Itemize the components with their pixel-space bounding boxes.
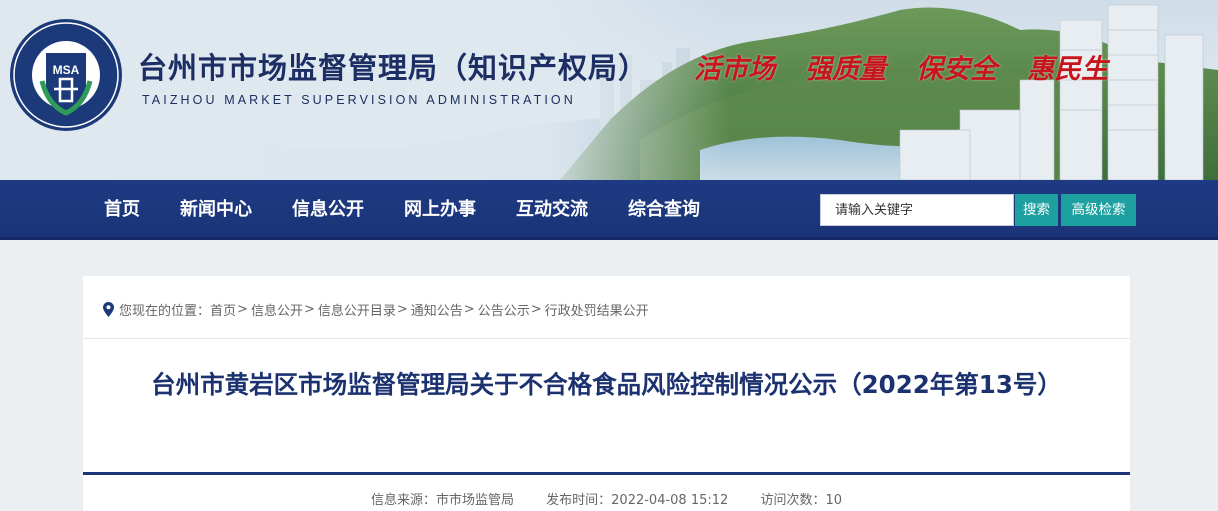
nav-item-news[interactable]: 新闻中心 bbox=[180, 180, 252, 240]
nav-item-home[interactable]: 首页 bbox=[104, 180, 140, 240]
slogan-item: 惠民生 bbox=[1027, 54, 1108, 85]
breadcrumb-separator: > bbox=[303, 302, 315, 317]
article-views: 访问次数：10 bbox=[760, 493, 842, 508]
breadcrumb-separator: > bbox=[237, 302, 248, 317]
article-title: 台州市黄岩区市场监督管理局关于不合格食品风险控制情况公示（2022年第13号） bbox=[151, 370, 1062, 399]
breadcrumb-link-info-public[interactable]: 信息公开 bbox=[251, 300, 303, 319]
search-box bbox=[820, 194, 1014, 226]
nav-item-query[interactable]: 综合查询 bbox=[628, 180, 700, 240]
breadcrumb-prefix: 您现在的位置： bbox=[119, 304, 211, 319]
slogans: 活市场 强质量 保安全 惠民生 bbox=[694, 47, 1108, 86]
search-button[interactable]: 搜索 bbox=[1015, 194, 1058, 226]
breadcrumb-link-penalty-results[interactable]: 行政处罚结果公开 bbox=[545, 300, 649, 319]
site-title-cn: 台州市市场监督管理局（知识产权局） bbox=[138, 51, 649, 85]
breadcrumb-link-notices[interactable]: 通知公告 bbox=[411, 300, 463, 319]
search-input[interactable] bbox=[821, 195, 1013, 225]
title-rule bbox=[83, 472, 1130, 475]
svg-text:MSA: MSA bbox=[53, 63, 80, 77]
breadcrumb-link-info-catalog[interactable]: 信息公开目录 bbox=[318, 300, 396, 319]
article-meta: 信息来源：市市场监管局 发布时间：2022-04-08 15:12 访问次数：1… bbox=[83, 489, 1130, 508]
nav-item-info-public[interactable]: 信息公开 bbox=[292, 180, 364, 240]
breadcrumb-link-home[interactable]: 首页 bbox=[210, 300, 236, 319]
location-pin-icon bbox=[103, 302, 114, 317]
slogan-item: 强质量 bbox=[805, 54, 886, 85]
article-publish-time: 发布时间：2022-04-08 15:12 bbox=[546, 493, 729, 508]
header-banner: MSA 台州市市场监督管理局（知识产权局） TAIZHOU MARKET SUP… bbox=[0, 0, 1218, 180]
breadcrumb-separator: > bbox=[463, 302, 475, 317]
nav-item-interaction[interactable]: 互动交流 bbox=[516, 180, 588, 240]
breadcrumb-separator: > bbox=[396, 302, 408, 317]
advanced-search-button[interactable]: 高级检索 bbox=[1061, 194, 1136, 226]
article-card: 您现在的位置： 首页 > 信息公开 > 信息公开目录 > 通知公告 > 公告公示 > 行政… bbox=[83, 276, 1130, 511]
article-source: 信息来源：市市场监管局 bbox=[371, 493, 515, 508]
city-landscape-image bbox=[0, 0, 1218, 180]
breadcrumb: 您现在的位置： 首页 > 信息公开 > 信息公开目录 > 通知公告 > 公告公示 > 行政… bbox=[103, 300, 649, 319]
slogan-item: 活市场 bbox=[694, 54, 775, 85]
breadcrumb-link-announcements[interactable]: 公告公示 bbox=[478, 300, 530, 319]
msa-logo-icon: MSA bbox=[10, 19, 122, 131]
breadcrumb-separator: > bbox=[530, 302, 542, 317]
site-title-en: TAIZHOU MARKET SUPERVISION ADMINISTRATIO… bbox=[142, 93, 576, 107]
slogan-item: 保安全 bbox=[916, 54, 997, 85]
divider bbox=[83, 338, 1130, 339]
nav-item-online-services[interactable]: 网上办事 bbox=[404, 180, 476, 240]
